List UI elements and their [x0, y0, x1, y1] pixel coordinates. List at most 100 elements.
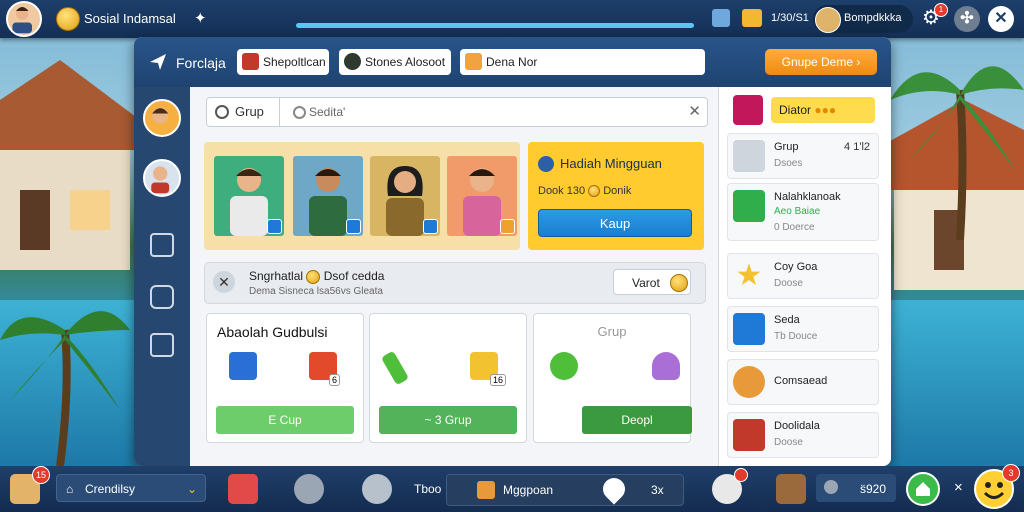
palm-right: [890, 66, 1024, 240]
character-card[interactable]: [214, 156, 284, 236]
right-item-subtitle: Tb Douce: [774, 331, 818, 342]
community-dropdown[interactable]: ⌂ Crendilsy ⌄: [56, 474, 206, 502]
stat-value: Tboo: [414, 482, 442, 496]
diator-badge[interactable]: Diator ●●●: [771, 97, 875, 123]
currency-value: 1/30/S1: [771, 12, 809, 24]
marketplace-label: Mggpoan: [503, 483, 554, 497]
dismiss-button[interactable]: ✕: [213, 271, 235, 293]
pin-icon[interactable]: ✦: [194, 9, 207, 27]
marketplace-count: 3x: [651, 483, 664, 497]
gift-claim-button[interactable]: Kaup: [538, 209, 692, 237]
cookbook-icon: [733, 419, 765, 451]
shop-icon: [477, 481, 495, 499]
search-icon: [215, 105, 229, 119]
gift-amount: Dook 130: [538, 185, 586, 197]
right-item-value: 4 1'l2: [844, 141, 870, 153]
stone-icon: [344, 53, 361, 70]
box-icon: [465, 53, 482, 70]
close-icon[interactable]: ×: [954, 479, 963, 496]
profile-name: Bompdkkka: [844, 12, 902, 24]
sidebar-avatar-2[interactable]: [143, 159, 181, 197]
group-action-label: Gnupe Deme: [781, 55, 854, 69]
right-item[interactable]: Nalahklanoak Aeo Baiae 0 Doerce: [727, 183, 879, 241]
character-card[interactable]: [370, 156, 440, 236]
news-icon[interactable]: [150, 233, 174, 257]
right-item-subtitle: Doose: [774, 437, 803, 448]
card-button[interactable]: ~ 3 Grup: [379, 406, 517, 434]
notice-title-part1: Sngrhatlal: [249, 269, 304, 283]
inbox-icon[interactable]: [150, 333, 174, 357]
character-card[interactable]: [293, 156, 363, 236]
sidebar: [134, 87, 190, 466]
profile-chip-avatar: [815, 7, 841, 33]
gift-subtitle: Dook 130 Donik: [538, 185, 631, 198]
search-input[interactable]: [287, 100, 677, 124]
backpack-icon[interactable]: [228, 474, 258, 504]
right-item[interactable]: ★ Coy Goa Doose: [727, 253, 879, 299]
right-item-subtitle: Dsoes: [774, 158, 803, 169]
coin-icon: [670, 274, 688, 292]
character-strip: [204, 142, 520, 250]
coin-row-icon: ●●●: [814, 103, 837, 117]
right-item[interactable]: Grup Dsoes 4 1'l2: [727, 133, 879, 179]
group-card-3: Grup Deopl: [533, 313, 692, 443]
bottom-bar: 15 ⌂ Crendilsy ⌄ Tboo Mggpoan 3x s̈920 ×…: [0, 464, 1024, 512]
right-item[interactable]: Comsaead: [727, 359, 879, 405]
right-item-subtitle: Doose: [774, 278, 803, 289]
coin-icon: [306, 269, 321, 284]
search-bar: Grup ✕: [206, 97, 708, 127]
search-group-button[interactable]: Grup: [207, 98, 280, 126]
character-card[interactable]: [447, 156, 517, 236]
item-count: 6: [329, 374, 341, 386]
palm-left: [0, 311, 130, 466]
tab-dena[interactable]: Dena Nor: [460, 49, 705, 75]
notice-title-part2: Dsof cedda: [323, 269, 385, 283]
chest-icon[interactable]: [776, 474, 806, 504]
diator-label: Diator: [779, 103, 812, 117]
bread-icon: [733, 366, 765, 398]
notification-badge: 1: [934, 3, 948, 17]
profile-chip[interactable]: Bompdkkka: [813, 5, 913, 33]
community-label: Crendilsy: [85, 482, 136, 496]
main-panel: Forclaja Shepoltlcan Stones Alosoot Dena…: [134, 37, 891, 466]
character-badge: [500, 219, 515, 234]
inbox-badge: 15: [32, 466, 50, 484]
stick-icon: [380, 350, 410, 386]
card-title: Abaolah Gudbulsi: [217, 324, 328, 340]
card-button[interactable]: E Cup: [216, 406, 354, 434]
settings-button[interactable]: ✣: [954, 6, 980, 32]
sidebar-avatar-1[interactable]: [143, 99, 181, 137]
group-action-button[interactable]: Gnupe Deme ›: [765, 49, 877, 75]
stat-chip[interactable]: s̈920: [816, 474, 896, 502]
wrench-icon[interactable]: [362, 474, 392, 504]
character-badge: [423, 219, 438, 234]
tab-label: Stones Alosoot: [365, 55, 446, 69]
bag-icon[interactable]: [150, 285, 174, 309]
item-count: 16: [490, 374, 507, 386]
send-icon: [150, 54, 166, 70]
group-card-1: Abaolah Gudbulsi 6 E Cup: [206, 313, 364, 443]
right-item-subtitle: 0 Doerce: [774, 222, 815, 233]
tab-shop[interactable]: Shepoltlcan: [237, 49, 329, 75]
bucket-icon: [733, 140, 765, 172]
tab-label: Dena Nor: [486, 55, 538, 69]
player-avatar[interactable]: [6, 1, 42, 37]
notice-subtitle: Dema Sisneca lsa56vs Gleata: [249, 286, 383, 297]
vote-label: Varot: [632, 276, 660, 290]
chest-icon[interactable]: [742, 9, 762, 27]
clear-icon[interactable]: ✕: [688, 102, 701, 120]
right-item[interactable]: Seda Tb Douce: [727, 306, 879, 352]
mushroom-icon: [652, 352, 680, 380]
notice-bar: ✕ Sngrhatlal Dsof cedda Dema Sisneca lsa…: [204, 262, 706, 304]
tab-stones[interactable]: Stones Alosoot: [339, 49, 451, 75]
hammer-icon[interactable]: [294, 474, 324, 504]
vote-button[interactable]: Varot: [613, 269, 691, 295]
right-item[interactable]: Doolidala Doose: [727, 412, 879, 458]
right-column: Diator ●●● Grup Dsoes 4 1'l2 Nalahklanoa…: [718, 87, 891, 466]
close-button[interactable]: ✕: [988, 6, 1014, 32]
calendar-icon[interactable]: [712, 9, 730, 27]
card-button[interactable]: Deopl: [582, 406, 692, 434]
home-button[interactable]: [906, 472, 940, 506]
marketplace-button[interactable]: Mggpoan 3x: [446, 473, 684, 506]
content-area: Grup ✕ Had: [190, 87, 718, 466]
